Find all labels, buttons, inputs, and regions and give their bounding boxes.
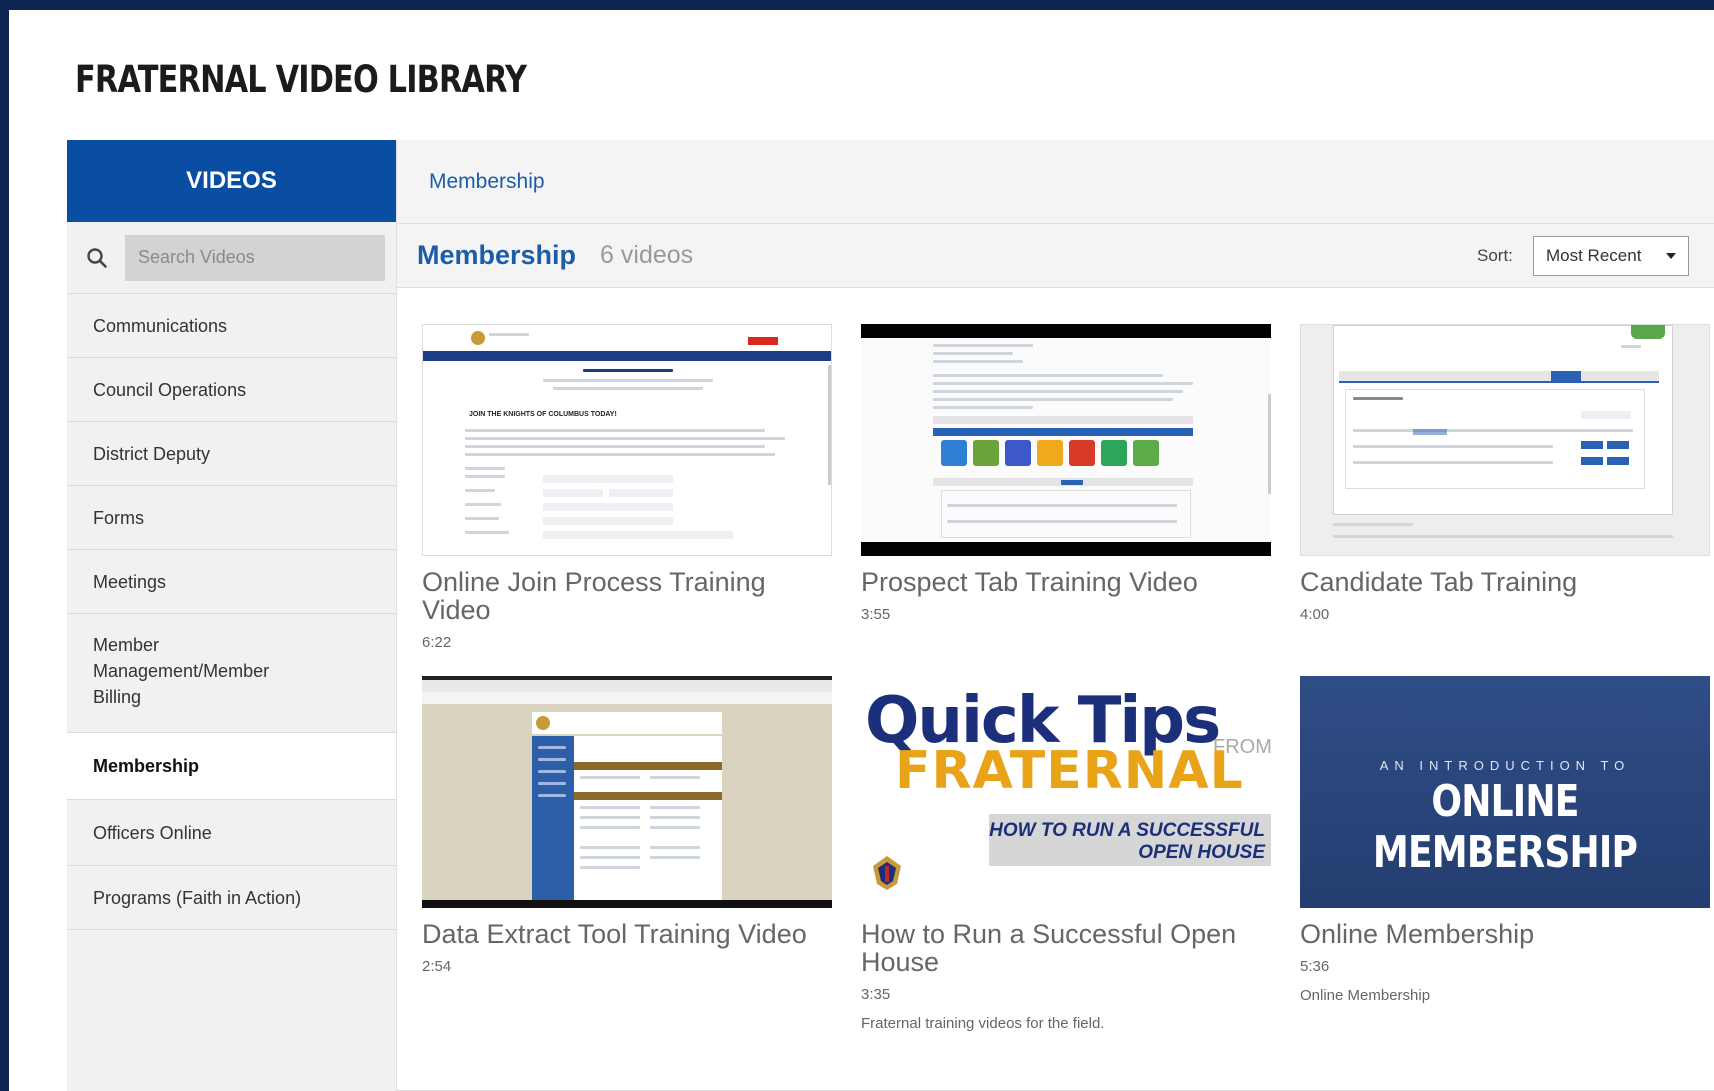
thumb-banner-line2: OPEN HOUSE (1138, 842, 1265, 863)
video-description: Fraternal training videos for the field. (861, 1015, 1105, 1032)
sort-dropdown[interactable]: Most Recent (1533, 236, 1689, 276)
thumb-intro-text: AN INTRODUCTION TO (1379, 758, 1631, 773)
video-thumbnail[interactable]: Quick Tips FROM FRATERNAL HOW TO RUN A S… (861, 676, 1271, 908)
video-thumbnail[interactable]: AN INTRODUCTION TO ONLINE MEMBERSHIP (1300, 676, 1710, 908)
sort-value: Most Recent (1546, 246, 1642, 265)
breadcrumb-membership-link[interactable]: Membership (429, 170, 545, 194)
sidebar-item-district-deputy[interactable]: District Deputy (67, 422, 396, 486)
video-count: 6 videos (600, 241, 694, 269)
thumb-fraternal: FRATERNAL (895, 741, 1244, 801)
video-duration: 3:55 (861, 606, 891, 623)
videos-header: VIDEOS (67, 140, 396, 222)
sidebar-item-meetings[interactable]: Meetings (67, 550, 396, 614)
video-title[interactable]: Online Membership (1300, 920, 1710, 948)
video-thumbnail[interactable] (861, 324, 1271, 556)
sidebar-item-member-management[interactable]: Member Management/Member Billing (67, 614, 396, 733)
video-duration: 4:00 (1300, 606, 1330, 623)
video-card[interactable]: Candidate Tab Training 4:00 (1300, 324, 1710, 623)
page-title: FRATERNAL VIDEO LIBRARY (75, 58, 527, 101)
app-frame: FRATERNAL VIDEO LIBRARY VIDEOS Communica… (9, 10, 1714, 1091)
section-title: Membership (417, 240, 577, 270)
sidebar-item-communications[interactable]: Communications (67, 294, 396, 358)
thumb-online-title: ONLINE MEMBERSHIP (1372, 776, 1638, 878)
sidebar: VIDEOS Communications Council Operations… (67, 140, 397, 1091)
video-thumbnail[interactable] (422, 676, 832, 908)
section-header: Membership 6 videos Sort: Most Recent (397, 224, 1714, 288)
video-thumbnail[interactable] (1300, 324, 1710, 556)
sidebar-item-council-operations[interactable]: Council Operations (67, 358, 396, 422)
breadcrumb: Membership (397, 140, 1714, 224)
emblem-icon (873, 856, 901, 890)
video-card[interactable]: AN INTRODUCTION TO ONLINE MEMBERSHIP Onl… (1300, 676, 1710, 1004)
video-card[interactable]: Data Extract Tool Training Video 2:54 (422, 676, 832, 975)
thumb-banner-line1: HOW TO RUN A SUCCESSFUL (989, 820, 1265, 841)
video-title[interactable]: Data Extract Tool Training Video (422, 920, 832, 948)
sidebar-item-programs[interactable]: Programs (Faith in Action) (67, 866, 396, 930)
video-description: Online Membership (1300, 987, 1431, 1004)
video-title[interactable]: Online Join Process Training Video (422, 568, 832, 624)
sidebar-item-forms[interactable]: Forms (67, 486, 396, 550)
caret-down-icon (1666, 253, 1676, 259)
video-card[interactable]: Quick Tips FROM FRATERNAL HOW TO RUN A S… (861, 676, 1271, 1032)
video-duration: 3:35 (861, 986, 891, 1003)
video-thumbnail[interactable]: JOIN THE KNIGHTS OF COLUMBUS TODAY! (422, 324, 832, 556)
video-duration: 6:22 (422, 634, 452, 651)
sidebar-item-membership[interactable]: Membership (67, 733, 396, 800)
thumb-heading: JOIN THE KNIGHTS OF COLUMBUS TODAY! (469, 411, 617, 418)
video-title[interactable]: Prospect Tab Training Video (861, 568, 1271, 596)
video-card[interactable]: JOIN THE KNIGHTS OF COLUMBUS TODAY! Onli… (422, 324, 832, 651)
video-duration: 5:36 (1300, 958, 1330, 975)
video-duration: 2:54 (422, 958, 452, 975)
video-title[interactable]: Candidate Tab Training (1300, 568, 1710, 596)
search-input[interactable] (125, 234, 385, 281)
sidebar-item-officers-online[interactable]: Officers Online (67, 800, 396, 866)
video-card[interactable]: Prospect Tab Training Video 3:55 (861, 324, 1271, 623)
sort-label: Sort: (1477, 245, 1513, 265)
video-title[interactable]: How to Run a Successful Open House (861, 920, 1271, 976)
search-row (67, 222, 396, 294)
search-icon[interactable] (77, 238, 117, 278)
